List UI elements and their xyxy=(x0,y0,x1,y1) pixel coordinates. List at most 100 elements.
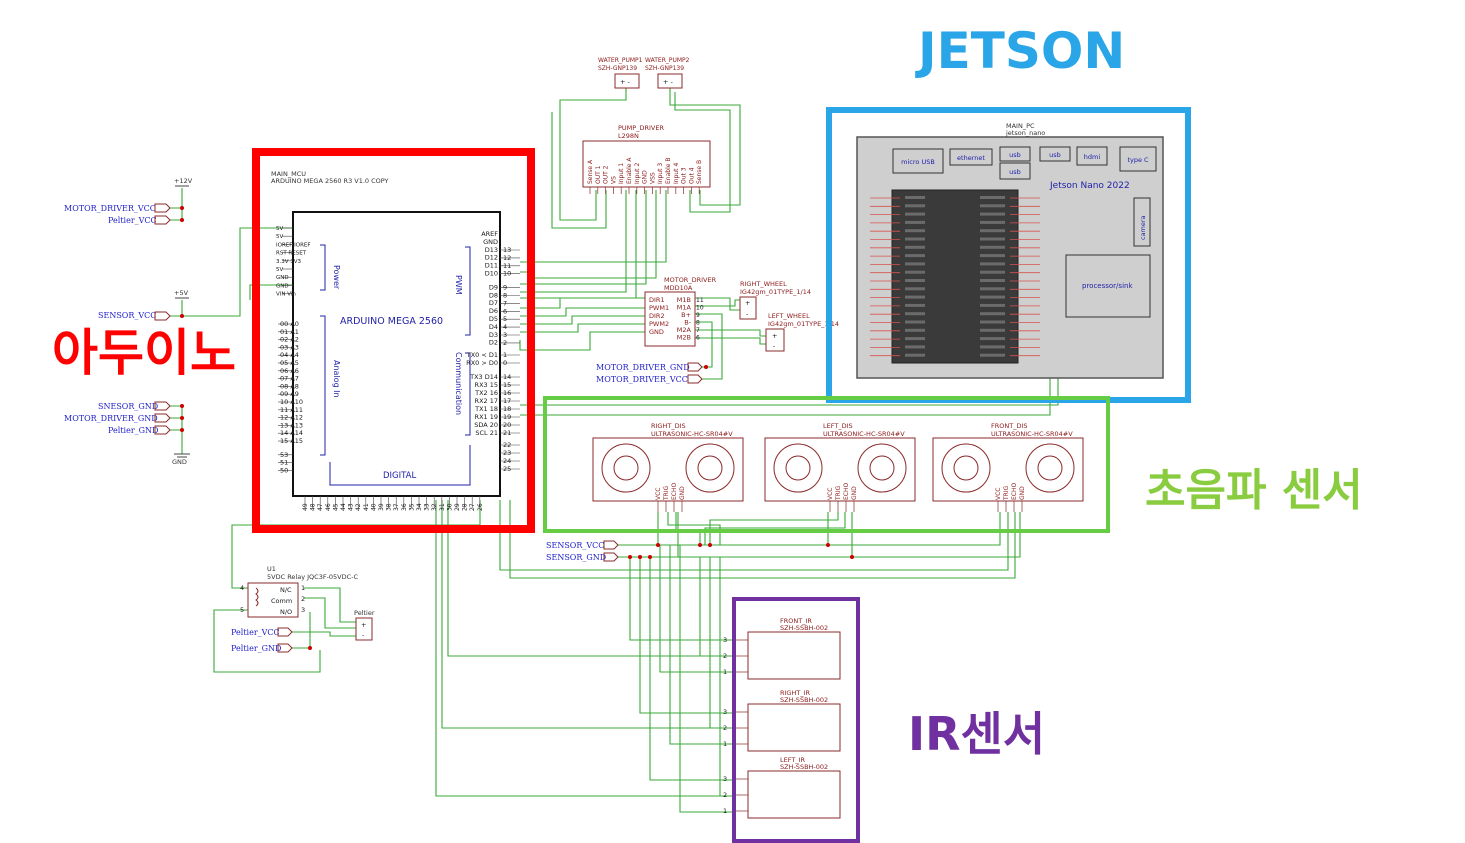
gpio-pin-label-block xyxy=(980,212,1005,216)
junction-dot xyxy=(180,218,184,222)
net-flag xyxy=(154,311,171,321)
arduino-comm-number: 19 xyxy=(503,413,511,421)
relay-section: U1 5VDC Relay JQC3F-05VDC-C N/C Comm N/O… xyxy=(231,565,375,653)
arduino-analog-pin: 00 A0 xyxy=(280,320,299,328)
gpio-pin-label-block xyxy=(905,345,925,349)
junction-dot xyxy=(180,404,184,408)
arduino-comm-pin: TX2 16 xyxy=(474,389,498,397)
gpio-pin-label-block xyxy=(905,295,925,299)
us-left-ref: LEFT_DIS xyxy=(823,422,853,430)
arduino-digital-pin: 40 xyxy=(370,503,377,511)
arduino-digital-pin: 31 xyxy=(439,503,446,511)
ir-left-body xyxy=(747,770,841,819)
gpio-pin-label-block xyxy=(980,320,1005,324)
junction-dot xyxy=(826,543,830,547)
arduino-comm-pin: TX0 < D1 xyxy=(466,351,498,359)
pump-driver-part: L298N xyxy=(618,132,639,140)
arduino-comm-number: 1 xyxy=(503,351,507,359)
gpio-pin-label-block xyxy=(905,270,925,274)
ir-front-body xyxy=(747,631,841,680)
pump-driver-pin: Sense A xyxy=(587,159,594,184)
arduino-analog-pin: 15 A15 xyxy=(280,437,303,445)
arduino-digital-pin: 48 xyxy=(310,503,317,511)
arduino-digital-pin: 29 xyxy=(454,503,461,511)
arduino-pwm-pin: D13 xyxy=(485,246,498,254)
gpio-pin-label-block xyxy=(980,270,1005,274)
arduino-analog-pin: 05 A5 xyxy=(280,359,299,367)
arduino-pwm-number: 3 xyxy=(503,331,507,339)
arduino-korean-title: 아두이노 xyxy=(52,324,236,382)
gpio-pin-label-block xyxy=(980,245,1005,249)
arduino-digital-pin: 34 xyxy=(416,503,423,511)
ir-sensors: FRONT_IRSZH-SSBH-002321RIGHT_IRSZH-SSBH-… xyxy=(723,617,841,819)
arduino-comm-pin: SCL 21 xyxy=(475,429,498,437)
v12-label: +12V xyxy=(174,177,193,185)
pump-driver-pin: Sense B xyxy=(696,160,703,184)
ultrasonic-sensors: RIGHT_DISULTRASONIC-HC-SR04#VVCC TRIG ECHO… xyxy=(592,422,1084,512)
pump-driver-pin: OUT 2 xyxy=(603,165,610,184)
us-pin-label: TRIG xyxy=(1003,485,1010,501)
arduino-comm-number: 24 xyxy=(503,457,511,465)
gpio-pin-label-block xyxy=(905,303,925,307)
pump-driver-pin: VSS xyxy=(649,172,656,184)
junction-dot xyxy=(850,555,854,559)
motor-driver-left-pin: DIR2 xyxy=(649,312,665,320)
motor-driver-left-pin: PWM2 xyxy=(649,320,669,328)
gpio-pin-label-block xyxy=(905,204,925,208)
arduino-pwm-number: 6 xyxy=(503,307,507,315)
comm-group-label: Communication xyxy=(454,352,463,415)
relay-ref: U1 xyxy=(267,565,276,573)
arduino-analog-pin: 09 A9 xyxy=(280,390,299,398)
gpio-pin-label-block xyxy=(980,254,1005,258)
arduino-right-numbers: 1312111098765432101415161718192021222324… xyxy=(500,246,520,473)
arduino-analog-pin: 50 xyxy=(280,466,288,474)
us-pin-label: VCC xyxy=(655,488,662,500)
arduino-analog-pin: 14 A14 xyxy=(280,429,303,437)
arduino-digital-pin: 28 xyxy=(462,503,469,511)
motor-driver-left-pin: DIR1 xyxy=(649,296,665,304)
left-wheel-plus: + xyxy=(772,332,777,340)
ir-title: IR센서 xyxy=(908,707,1045,761)
arduino-pwm-number: 13 xyxy=(503,246,511,254)
arduino-analog-pin: 03 A3 xyxy=(280,343,299,351)
motor-driver-ref: MOTOR_DRIVER xyxy=(664,276,717,284)
gpio-pin-label-block xyxy=(980,220,1005,224)
analog-group-label: Analog In xyxy=(332,360,341,398)
arduino-digital-pin: 36 xyxy=(401,503,408,511)
arduino-pwm-pin: GND xyxy=(483,238,498,246)
arduino-pwm-pin: D4 xyxy=(489,323,498,331)
pump-driver-pin: OUT 1 xyxy=(595,165,602,184)
arduino-mega: MAIN_MCU ARDUINO MEGA 2560 R3 V1.0 COPY … xyxy=(252,148,535,533)
junction-dot xyxy=(656,543,660,547)
gpio-pin-label-block xyxy=(905,212,925,216)
ir-pin-number: 2 xyxy=(723,791,727,799)
arduino-comm-number: 0 xyxy=(503,359,507,367)
arduino-analog-pin: 11 A11 xyxy=(280,406,303,414)
arduino-comm-number: 25 xyxy=(503,465,511,473)
arduino-pwm-pin: AREF xyxy=(481,230,498,238)
arduino-pwm-pin: D10 xyxy=(485,270,498,278)
net-sensor-gnd: SENSOR_GND xyxy=(546,553,606,562)
relay-part: 5VDC Relay JQC3F-05VDC-C xyxy=(267,573,359,581)
arduino-pwm-pin: D2 xyxy=(489,339,498,347)
right-wheel-plus: + xyxy=(745,299,750,307)
junction-dot xyxy=(180,416,184,420)
arduino-digital-pin: 35 xyxy=(408,503,415,511)
junction-dot xyxy=(638,555,642,559)
arduino-digital-pin: 27 xyxy=(469,503,476,511)
arduino-digital-pin: 26 xyxy=(477,503,484,511)
gpio-pin-label-block xyxy=(905,254,925,258)
motor-driver-pin-number: 10 xyxy=(696,305,704,312)
gpio-pin-label-block xyxy=(980,287,1005,291)
relay-pin-nc: N/C xyxy=(280,586,292,594)
arduino-comm-pin: RX0 > D0 xyxy=(466,359,498,367)
arduino-comm-number: 21 xyxy=(503,429,511,437)
arduino-pwm-number: 12 xyxy=(503,254,511,262)
gpio-pin-label-block xyxy=(905,287,925,291)
us-pin-label: ECHO xyxy=(1011,483,1018,500)
gpio-pin-label-block xyxy=(980,337,1005,341)
arduino-analog-pin: 12 A12 xyxy=(280,414,303,422)
us-right-part: ULTRASONIC-HC-SR04#V xyxy=(651,430,733,438)
arduino-analog-pin: 08 A8 xyxy=(280,382,299,390)
arduino-bottom-pins: 49 48 47 46 45 44 43 42 41 40 39 38 37 36 35 34 33 32 31 30… xyxy=(302,496,484,511)
